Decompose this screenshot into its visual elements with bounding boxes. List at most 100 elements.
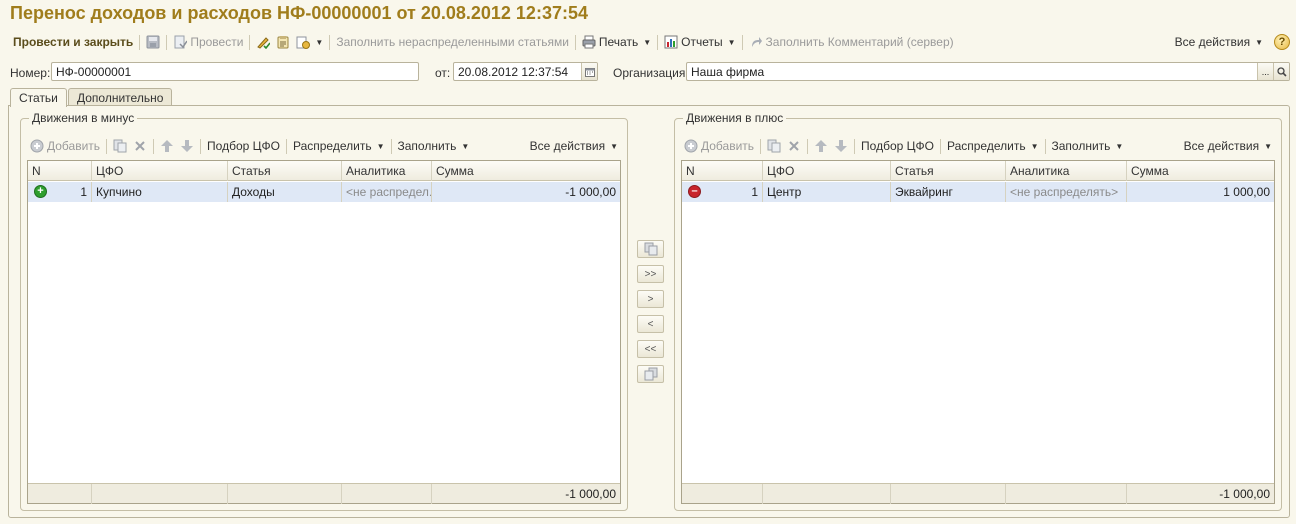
- toolbar-separator: [166, 34, 168, 50]
- minus-circle-icon: –: [688, 185, 701, 198]
- chevron-down-icon: ▼: [610, 141, 618, 151]
- chevron-down-icon: ▼: [1264, 141, 1272, 151]
- copy-row-button[interactable]: [110, 136, 130, 156]
- move-all-left-button[interactable]: <<: [637, 340, 664, 358]
- all-actions-button[interactable]: Все действия ▼: [527, 136, 621, 156]
- column-header-article[interactable]: Статья: [228, 161, 342, 181]
- minus-movements-title: Движения в минус: [29, 111, 138, 125]
- distribute-button[interactable]: Распределить ▼: [290, 136, 388, 156]
- distribute-button[interactable]: Распределить ▼: [944, 136, 1042, 156]
- column-header-sum[interactable]: Сумма: [432, 161, 620, 181]
- fill-button[interactable]: Заполнить ▼: [1049, 136, 1127, 156]
- print-button-label: Печать: [598, 35, 639, 49]
- arrow-redo-icon: [749, 35, 763, 49]
- fill-label: Заполнить: [1051, 139, 1111, 153]
- toolbar-separator: [741, 34, 743, 50]
- move-right-button[interactable]: >: [637, 290, 664, 308]
- copy-icon: [644, 367, 658, 381]
- toolbar-separator: [139, 34, 141, 50]
- bar-chart-icon: [664, 35, 678, 49]
- calendar-icon[interactable]: [581, 63, 597, 80]
- chevron-down-icon: ▼: [315, 37, 324, 47]
- date-field[interactable]: 20.08.2012 12:37:54: [453, 62, 598, 81]
- copy-icon: [644, 242, 658, 256]
- table-footer: -1 000,00: [682, 483, 1274, 504]
- date-label: от:: [435, 66, 451, 80]
- edit-button[interactable]: [253, 32, 273, 52]
- number-label: Номер:: [10, 66, 51, 80]
- number-field[interactable]: НФ-00000001: [51, 62, 419, 81]
- post-document-icon: [173, 35, 188, 49]
- tab-articles[interactable]: Статьи: [10, 88, 67, 107]
- floppy-disk-icon: [146, 35, 160, 49]
- column-header-analytics[interactable]: Аналитика: [342, 161, 432, 181]
- fill-label: Заполнить: [397, 139, 457, 153]
- table-row[interactable]: – 1 Центр Эквайринг <не распределять> 1 …: [682, 182, 1274, 202]
- copy-to-left-button[interactable]: [637, 365, 664, 383]
- column-header-n[interactable]: N: [682, 161, 763, 181]
- column-header-analytics[interactable]: Аналитика: [1006, 161, 1127, 181]
- tab-additional[interactable]: Дополнительно: [68, 88, 173, 106]
- pencil-check-icon: [256, 35, 271, 49]
- table-header: N ЦФО Статья Аналитика Сумма: [682, 161, 1274, 181]
- document-arrow-icon: [296, 35, 311, 49]
- fill-button[interactable]: Заполнить ▼: [395, 136, 473, 156]
- fill-comment-button[interactable]: Заполнить Комментарий (сервер): [746, 32, 957, 52]
- add-button-label: Добавить: [47, 139, 101, 153]
- plus-circle-icon: +: [34, 185, 47, 198]
- clipboard-icon: [276, 35, 290, 49]
- post-button[interactable]: Провести: [170, 32, 246, 52]
- move-up-button[interactable]: [811, 136, 831, 156]
- date-value: 20.08.2012 12:37:54: [458, 65, 569, 79]
- chevron-down-icon: ▼: [461, 141, 470, 151]
- column-header-n[interactable]: N: [28, 161, 92, 181]
- chevron-down-icon: ▼: [1030, 141, 1039, 151]
- all-actions-button[interactable]: Все действия ▼: [1181, 136, 1275, 156]
- column-header-sum[interactable]: Сумма: [1127, 161, 1274, 181]
- copy-row-button[interactable]: [764, 136, 784, 156]
- footer-total: -1 000,00: [565, 487, 616, 501]
- copy-to-right-button[interactable]: [637, 240, 664, 258]
- reports-button-label: Отчеты: [681, 35, 723, 49]
- column-header-article[interactable]: Статья: [891, 161, 1006, 181]
- clipboard-button[interactable]: [273, 32, 293, 52]
- plus-toolbar: Добавить Подбор ЦФО Распределить ▼ Запол…: [681, 136, 1275, 156]
- pick-cfo-button[interactable]: Подбор ЦФО: [858, 136, 937, 156]
- organization-field[interactable]: Наша фирма ...: [686, 62, 1290, 81]
- print-button[interactable]: Печать ▼: [579, 32, 654, 52]
- arrow-down-icon: [180, 139, 194, 153]
- search-icon[interactable]: [1273, 63, 1289, 80]
- column-header-cfo[interactable]: ЦФО: [92, 161, 228, 181]
- move-all-right-button[interactable]: >>: [637, 265, 664, 283]
- move-up-button[interactable]: [157, 136, 177, 156]
- plus-movements-title: Движения в плюс: [683, 111, 787, 125]
- fill-unallocated-button[interactable]: Заполнить нераспределенными статьями: [333, 32, 572, 52]
- move-down-button[interactable]: [177, 136, 197, 156]
- plus-table[interactable]: N ЦФО Статья Аналитика Сумма – 1 Центр Э…: [681, 160, 1275, 504]
- delete-row-button[interactable]: [130, 136, 150, 156]
- table-row[interactable]: + 1 Купчино Доходы <не распредел... -1 0…: [28, 182, 620, 202]
- fill-comment-label: Заполнить Комментарий (сервер): [765, 35, 954, 49]
- distribute-label: Распределить: [292, 139, 372, 153]
- all-actions-button[interactable]: Все действия ▼: [1172, 32, 1266, 52]
- sum-cell: 1 000,00: [1223, 185, 1270, 199]
- article-cell: Доходы: [228, 182, 342, 202]
- add-button[interactable]: Добавить: [681, 136, 757, 156]
- arrow-up-icon: [814, 139, 828, 153]
- add-button[interactable]: Добавить: [27, 136, 103, 156]
- reports-button[interactable]: Отчеты ▼: [661, 32, 738, 52]
- copy-icon: [767, 139, 781, 153]
- row-number-cell: – 1: [682, 182, 763, 202]
- move-left-button[interactable]: <: [637, 315, 664, 333]
- delete-row-button[interactable]: [784, 136, 804, 156]
- help-icon[interactable]: ?: [1274, 34, 1290, 50]
- save-button[interactable]: [143, 32, 163, 52]
- move-down-button[interactable]: [831, 136, 851, 156]
- column-header-cfo[interactable]: ЦФО: [763, 161, 891, 181]
- create-based-on-button[interactable]: ▼: [293, 32, 326, 52]
- pick-cfo-button[interactable]: Подбор ЦФО: [204, 136, 283, 156]
- organization-label: Организация:: [613, 66, 689, 80]
- minus-table[interactable]: N ЦФО Статья Аналитика Сумма + 1 Купчино…: [27, 160, 621, 504]
- organization-select-button[interactable]: ...: [1257, 63, 1273, 80]
- post-and-close-button[interactable]: Провести и закрыть: [10, 32, 136, 52]
